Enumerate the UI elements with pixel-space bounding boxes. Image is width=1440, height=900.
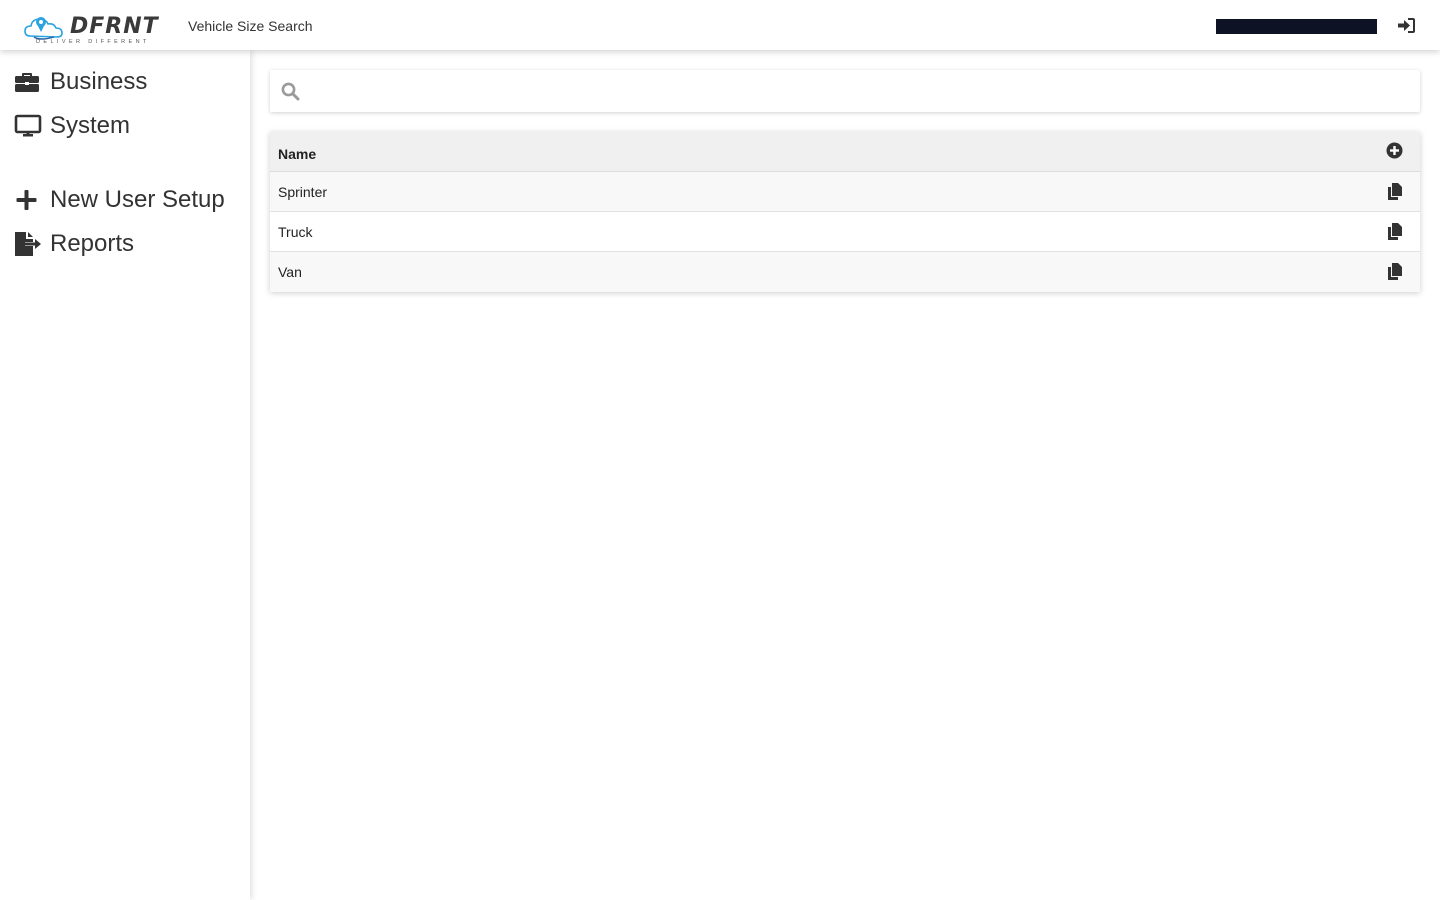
sign-in-icon[interactable] (1397, 17, 1416, 34)
table-row[interactable]: Sprinter (270, 172, 1420, 212)
copy-icon[interactable] (1388, 263, 1402, 280)
vehicle-name-cell[interactable]: Van (278, 264, 302, 280)
sidebar-item-label: System (50, 112, 131, 139)
briefcase-icon (14, 69, 42, 95)
search-input[interactable] (314, 76, 1404, 106)
user-name-redacted[interactable] (1216, 19, 1377, 34)
monitor-icon (14, 113, 42, 139)
sidebar-item-business[interactable]: Business (14, 67, 147, 97)
top-bar: DFRNT DELIVER DIFFERENT Vehicle Size Sea… (0, 0, 1440, 50)
vehicle-name-cell[interactable]: Sprinter (278, 184, 327, 200)
vehicle-name-cell[interactable]: Truck (278, 224, 312, 240)
table-body: Sprinter Truck Van (270, 172, 1420, 292)
vehicle-size-table: Name Sprinter Truck Van (270, 132, 1420, 292)
logo-text: DFRNT (70, 14, 159, 39)
file-export-icon (14, 231, 42, 257)
column-header-name[interactable]: Name (278, 146, 316, 162)
logo-tagline: DELIVER DIFFERENT (36, 39, 150, 45)
sidebar-item-new-user-setup[interactable]: New User Setup (14, 185, 225, 215)
table-row[interactable]: Truck (270, 212, 1420, 252)
search-bar[interactable] (270, 70, 1420, 112)
sidebar-item-system[interactable]: System (14, 111, 130, 141)
copy-icon[interactable] (1388, 183, 1402, 200)
main-content: Name Sprinter Truck Van (250, 50, 1440, 900)
copy-icon[interactable] (1388, 223, 1402, 240)
sidebar-item-label: Reports (50, 230, 135, 257)
plus-circle-icon[interactable] (1386, 142, 1403, 159)
sidebar-item-label: Business (50, 68, 148, 95)
table-row[interactable]: Van (270, 252, 1420, 292)
table-header: Name (270, 132, 1420, 172)
sidebar-item-reports[interactable]: Reports (14, 229, 134, 259)
sidebar: Business System New User Setup Reports (0, 50, 250, 900)
dfrnt-logo[interactable]: DFRNT DELIVER DIFFERENT (24, 12, 164, 48)
page-title: Vehicle Size Search (188, 18, 313, 34)
plus-icon (14, 187, 42, 213)
sidebar-item-label: New User Setup (50, 186, 225, 213)
search-icon (281, 82, 300, 101)
